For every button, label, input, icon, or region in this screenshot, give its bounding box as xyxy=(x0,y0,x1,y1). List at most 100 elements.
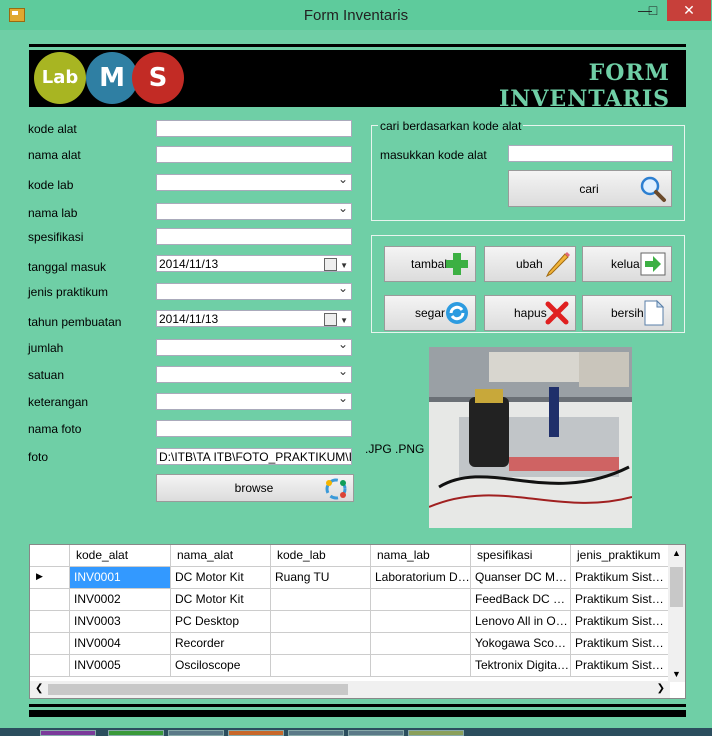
logo-lab: Lab xyxy=(34,52,86,104)
column-header[interactable]: nama_alat xyxy=(171,545,271,567)
satuan-combo[interactable] xyxy=(156,366,352,383)
label-jumlah: jumlah xyxy=(28,341,64,355)
jumlah-combo[interactable] xyxy=(156,339,352,356)
x-icon xyxy=(545,301,569,325)
row-header[interactable]: ▶ xyxy=(30,567,70,589)
column-header[interactable]: spesifikasi xyxy=(471,545,571,567)
scroll-right-icon[interactable]: ❯ xyxy=(657,683,665,694)
file-types-label: .JPG .PNG xyxy=(365,442,425,456)
scroll-up-icon[interactable]: ▲ xyxy=(672,548,681,558)
cari-button[interactable]: cari xyxy=(508,170,672,207)
grid-cell[interactable]: FeedBack DC M... xyxy=(471,589,571,611)
taskbar-app[interactable] xyxy=(408,730,464,736)
grid-cell[interactable]: Quanser DC Mot... xyxy=(471,567,571,589)
hapus-button[interactable]: hapus xyxy=(484,295,576,331)
grid-cell[interactable] xyxy=(271,611,371,633)
taskbar-app[interactable] xyxy=(228,730,284,736)
grid-cell[interactable] xyxy=(371,655,471,677)
grid-cell[interactable]: INV0001 xyxy=(70,567,171,589)
taskbar-app[interactable] xyxy=(40,730,96,736)
grid-cell[interactable]: Praktikum Sistem... xyxy=(571,567,671,589)
tambah-button[interactable]: tambah xyxy=(384,246,476,282)
calendar-icon xyxy=(324,258,337,271)
kode-lab-combo[interactable] xyxy=(156,174,352,191)
tanggal-masuk-picker[interactable]: 2014/11/13 ▼ xyxy=(156,255,352,272)
grid-cell[interactable]: INV0002 xyxy=(70,589,171,611)
refresh-colorful-icon xyxy=(325,478,347,500)
grid-cell[interactable]: Laboratorium Das... xyxy=(371,567,471,589)
horizontal-scroll-thumb[interactable] xyxy=(48,684,348,695)
grid-cell[interactable]: Lenovo All in On... xyxy=(471,611,571,633)
grid-cell[interactable]: PC Desktop xyxy=(171,611,271,633)
nama-lab-combo[interactable] xyxy=(156,203,352,220)
ubah-button[interactable]: ubah xyxy=(484,246,576,282)
vertical-scroll-thumb[interactable] xyxy=(670,567,683,607)
grid-cell[interactable]: Recorder xyxy=(171,633,271,655)
column-header[interactable]: kode_lab xyxy=(271,545,371,567)
grid-cell[interactable]: Praktikum Sistem... xyxy=(571,589,671,611)
row-header[interactable] xyxy=(30,655,70,677)
row-header[interactable] xyxy=(30,589,70,611)
vertical-scrollbar[interactable]: ▲ ▼ xyxy=(668,545,685,682)
grid-cell[interactable]: Praktikum Sistem... xyxy=(571,633,671,655)
foto-path-input[interactable]: D:\ITB\TA ITB\FOTO_PRAKTIKUM\Ins xyxy=(156,448,352,465)
nama-foto-input[interactable] xyxy=(156,420,352,437)
tahun-pembuatan-value: 2014/11/13 xyxy=(159,312,219,326)
close-button[interactable]: ✕ xyxy=(667,0,711,21)
keluar-button[interactable]: keluar xyxy=(582,246,672,282)
nama-alat-input[interactable] xyxy=(156,146,352,163)
taskbar-app[interactable] xyxy=(348,730,404,736)
title-bar: Form Inventaris — □ ✕ xyxy=(0,0,712,30)
grid-cell[interactable]: INV0003 xyxy=(70,611,171,633)
segar-label: segar xyxy=(415,306,446,320)
label-tahun-pembuatan: tahun pembuatan xyxy=(28,315,122,329)
grid-cell[interactable]: DC Motor Kit xyxy=(171,589,271,611)
calendar-icon xyxy=(324,313,337,326)
column-header[interactable]: jenis_praktikum xyxy=(571,545,671,567)
label-spesifikasi: spesifikasi xyxy=(28,230,84,244)
row-header[interactable] xyxy=(30,633,70,655)
row-header[interactable] xyxy=(30,611,70,633)
tahun-pembuatan-picker[interactable]: 2014/11/13 ▼ xyxy=(156,310,352,327)
grid-cell[interactable] xyxy=(371,611,471,633)
scroll-left-icon[interactable]: ❮ xyxy=(35,683,43,694)
taskbar-app[interactable] xyxy=(108,730,164,736)
taskbar-app[interactable] xyxy=(168,730,224,736)
bersih-button[interactable]: bersih xyxy=(582,295,672,331)
jenis-praktikum-combo[interactable] xyxy=(156,283,352,300)
keterangan-combo[interactable] xyxy=(156,393,352,410)
scroll-down-icon[interactable]: ▼ xyxy=(672,669,681,679)
grid-cell[interactable] xyxy=(371,589,471,611)
inventory-grid[interactable]: kode_alat nama_alat kode_lab nama_lab sp… xyxy=(29,544,686,699)
grid-cell[interactable]: Praktikum Sistem... xyxy=(571,611,671,633)
grid-cell[interactable] xyxy=(371,633,471,655)
segar-button[interactable]: segar xyxy=(384,295,476,331)
grid-cell[interactable]: DC Motor Kit xyxy=(171,567,271,589)
grid-cell[interactable]: Tektronix Digital ... xyxy=(471,655,571,677)
label-nama-foto: nama foto xyxy=(28,422,82,436)
grid-cell[interactable] xyxy=(271,633,371,655)
grid-cell[interactable]: INV0005 xyxy=(70,655,171,677)
form-title: FORM INVENTARIS xyxy=(498,60,670,112)
taskbar-app[interactable] xyxy=(288,730,344,736)
kode-alat-input[interactable] xyxy=(156,120,352,137)
current-row-arrow-icon: ▶ xyxy=(36,571,43,581)
grid-cell[interactable] xyxy=(271,589,371,611)
refresh-icon xyxy=(446,302,468,324)
horizontal-scrollbar[interactable]: ❮ ❯ xyxy=(30,681,670,698)
grid-cell[interactable]: INV0004 xyxy=(70,633,171,655)
grid-cell[interactable]: Praktikum Sistem... xyxy=(571,655,671,677)
search-input[interactable] xyxy=(508,145,673,162)
plus-icon xyxy=(446,253,468,275)
label-nama-alat: nama alat xyxy=(28,148,81,162)
maximize-button[interactable]: □ xyxy=(640,0,666,21)
document-icon xyxy=(644,299,665,326)
grid-cell[interactable]: Osciloscope xyxy=(171,655,271,677)
column-header[interactable]: kode_alat xyxy=(70,545,171,567)
spesifikasi-input[interactable] xyxy=(156,228,352,245)
grid-cell[interactable] xyxy=(271,655,371,677)
column-header[interactable]: nama_lab xyxy=(371,545,471,567)
grid-cell[interactable]: Ruang TU xyxy=(271,567,371,589)
browse-button[interactable]: browse xyxy=(156,474,354,502)
grid-cell[interactable]: Yokogawa Scop... xyxy=(471,633,571,655)
